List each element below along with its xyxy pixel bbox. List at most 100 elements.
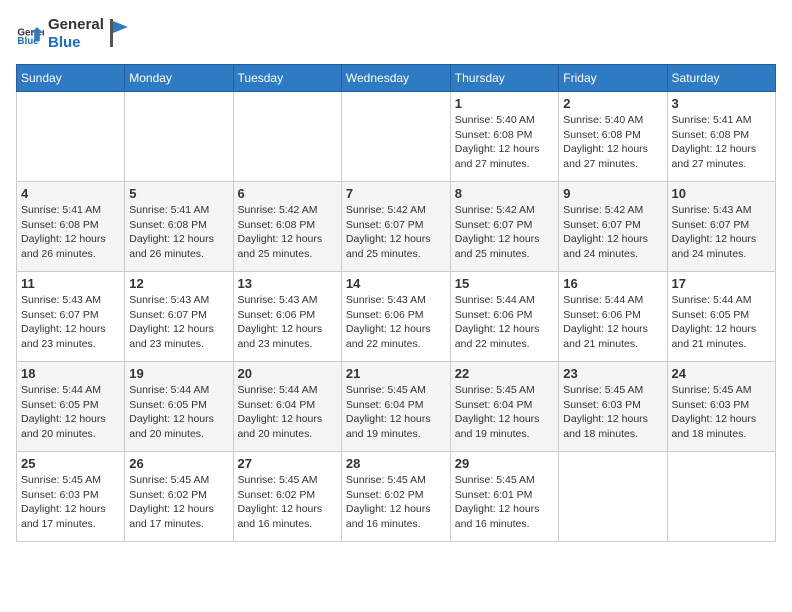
calendar-cell <box>17 92 125 182</box>
day-info: Sunrise: 5:43 AM Sunset: 6:07 PM Dayligh… <box>21 293 120 352</box>
day-info: Sunrise: 5:45 AM Sunset: 6:04 PM Dayligh… <box>346 383 446 442</box>
calendar-cell <box>125 92 233 182</box>
day-info: Sunrise: 5:42 AM Sunset: 6:07 PM Dayligh… <box>455 203 555 262</box>
calendar-cell <box>233 92 341 182</box>
day-number: 8 <box>455 186 555 201</box>
calendar-week-row: 11 Sunrise: 5:43 AM Sunset: 6:07 PM Dayli… <box>17 272 776 362</box>
column-header-tuesday: Tuesday <box>233 65 341 92</box>
day-info: Sunrise: 5:43 AM Sunset: 6:07 PM Dayligh… <box>129 293 228 352</box>
day-info: Sunrise: 5:44 AM Sunset: 6:06 PM Dayligh… <box>563 293 662 352</box>
day-number: 10 <box>672 186 771 201</box>
logo-general: General <box>48 16 104 34</box>
calendar-cell: 15 Sunrise: 5:44 AM Sunset: 6:06 PM Dayli… <box>450 272 559 362</box>
day-info: Sunrise: 5:44 AM Sunset: 6:06 PM Dayligh… <box>455 293 555 352</box>
day-number: 27 <box>238 456 337 471</box>
calendar-cell: 13Sunrise: 5:43 AM Sunset: 6:06 PM Dayli… <box>233 272 341 362</box>
calendar-cell: 9 Sunrise: 5:42 AM Sunset: 6:07 PM Daylig… <box>559 182 667 272</box>
day-info: Sunrise: 5:45 AM Sunset: 6:03 PM Dayligh… <box>563 383 662 442</box>
day-info: Sunrise: 5:45 AM Sunset: 6:02 PM Dayligh… <box>129 473 228 532</box>
day-number: 14 <box>346 276 446 291</box>
day-info: Sunrise: 5:45 AM Sunset: 6:01 PM Dayligh… <box>455 473 555 532</box>
calendar-cell: 1Sunrise: 5:40 AM Sunset: 6:08 PM Daylig… <box>450 92 559 182</box>
day-number: 19 <box>129 366 228 381</box>
calendar-cell: 12 Sunrise: 5:43 AM Sunset: 6:07 PM Dayli… <box>125 272 233 362</box>
calendar-cell: 10 Sunrise: 5:43 AM Sunset: 6:07 PM Dayli… <box>667 182 775 272</box>
calendar-cell: 8 Sunrise: 5:42 AM Sunset: 6:07 PM Daylig… <box>450 182 559 272</box>
calendar-cell: 26 Sunrise: 5:45 AM Sunset: 6:02 PM Dayli… <box>125 452 233 542</box>
calendar-cell: 19 Sunrise: 5:44 AM Sunset: 6:05 PM Dayli… <box>125 362 233 452</box>
calendar-cell: 24 Sunrise: 5:45 AM Sunset: 6:03 PM Dayli… <box>667 362 775 452</box>
day-info: Sunrise: 5:41 AM Sunset: 6:08 PM Dayligh… <box>21 203 120 262</box>
day-number: 28 <box>346 456 446 471</box>
day-info: Sunrise: 5:45 AM Sunset: 6:02 PM Dayligh… <box>238 473 337 532</box>
day-number: 21 <box>346 366 446 381</box>
logo: General Blue General Blue <box>16 16 130 52</box>
day-number: 1 <box>455 96 555 111</box>
day-number: 24 <box>672 366 771 381</box>
calendar-cell: 5 Sunrise: 5:41 AM Sunset: 6:08 PM Daylig… <box>125 182 233 272</box>
day-number: 26 <box>129 456 228 471</box>
day-number: 29 <box>455 456 555 471</box>
calendar-cell <box>559 452 667 542</box>
day-info: Sunrise: 5:44 AM Sunset: 6:05 PM Dayligh… <box>21 383 120 442</box>
calendar-cell: 16 Sunrise: 5:44 AM Sunset: 6:06 PM Dayli… <box>559 272 667 362</box>
calendar-week-row: 18 Sunrise: 5:44 AM Sunset: 6:05 PM Dayli… <box>17 362 776 452</box>
day-number: 9 <box>563 186 662 201</box>
day-number: 7 <box>346 186 446 201</box>
logo-flag-icon <box>108 19 130 49</box>
day-info: Sunrise: 5:42 AM Sunset: 6:07 PM Dayligh… <box>563 203 662 262</box>
day-info: Sunrise: 5:44 AM Sunset: 6:04 PM Dayligh… <box>238 383 337 442</box>
day-number: 3 <box>672 96 771 111</box>
day-number: 5 <box>129 186 228 201</box>
day-info: Sunrise: 5:45 AM Sunset: 6:02 PM Dayligh… <box>346 473 446 532</box>
calendar-cell: 29 Sunrise: 5:45 AM Sunset: 6:01 PM Dayli… <box>450 452 559 542</box>
calendar-cell <box>341 92 450 182</box>
day-info: Sunrise: 5:43 AM Sunset: 6:06 PM Dayligh… <box>346 293 446 352</box>
day-number: 13 <box>238 276 337 291</box>
logo-icon: General Blue <box>16 20 44 48</box>
day-info: Sunrise: 5:41 AM Sunset: 6:08 PM Dayligh… <box>129 203 228 262</box>
day-number: 17 <box>672 276 771 291</box>
day-number: 20 <box>238 366 337 381</box>
day-info: Sunrise: 5:43 AM Sunset: 6:07 PM Dayligh… <box>672 203 771 262</box>
column-header-wednesday: Wednesday <box>341 65 450 92</box>
calendar-cell: 4 Sunrise: 5:41 AM Sunset: 6:08 PM Daylig… <box>17 182 125 272</box>
calendar-cell: 7 Sunrise: 5:42 AM Sunset: 6:07 PM Daylig… <box>341 182 450 272</box>
calendar-cell <box>667 452 775 542</box>
day-number: 15 <box>455 276 555 291</box>
day-number: 23 <box>563 366 662 381</box>
day-number: 18 <box>21 366 120 381</box>
day-number: 25 <box>21 456 120 471</box>
calendar-cell: 6 Sunrise: 5:42 AM Sunset: 6:08 PM Daylig… <box>233 182 341 272</box>
day-number: 2 <box>563 96 662 111</box>
day-number: 22 <box>455 366 555 381</box>
calendar-week-row: 25 Sunrise: 5:45 AM Sunset: 6:03 PM Dayli… <box>17 452 776 542</box>
day-info: Sunrise: 5:44 AM Sunset: 6:05 PM Dayligh… <box>129 383 228 442</box>
calendar-week-row: 1Sunrise: 5:40 AM Sunset: 6:08 PM Daylig… <box>17 92 776 182</box>
calendar-cell: 28 Sunrise: 5:45 AM Sunset: 6:02 PM Dayli… <box>341 452 450 542</box>
calendar-cell: 23 Sunrise: 5:45 AM Sunset: 6:03 PM Dayli… <box>559 362 667 452</box>
day-info: Sunrise: 5:44 AM Sunset: 6:05 PM Dayligh… <box>672 293 771 352</box>
calendar-cell: 21 Sunrise: 5:45 AM Sunset: 6:04 PM Dayli… <box>341 362 450 452</box>
calendar-table: SundayMondayTuesdayWednesdayThursdayFrid… <box>16 64 776 542</box>
calendar-cell: 3Sunrise: 5:41 AM Sunset: 6:08 PM Daylig… <box>667 92 775 182</box>
column-header-monday: Monday <box>125 65 233 92</box>
day-number: 16 <box>563 276 662 291</box>
calendar-cell: 11 Sunrise: 5:43 AM Sunset: 6:07 PM Dayli… <box>17 272 125 362</box>
column-header-thursday: Thursday <box>450 65 559 92</box>
calendar-cell: 18 Sunrise: 5:44 AM Sunset: 6:05 PM Dayli… <box>17 362 125 452</box>
day-number: 11 <box>21 276 120 291</box>
calendar-cell: 20 Sunrise: 5:44 AM Sunset: 6:04 PM Dayli… <box>233 362 341 452</box>
day-info: Sunrise: 5:42 AM Sunset: 6:08 PM Dayligh… <box>238 203 337 262</box>
calendar-cell: 2Sunrise: 5:40 AM Sunset: 6:08 PM Daylig… <box>559 92 667 182</box>
calendar-cell: 27 Sunrise: 5:45 AM Sunset: 6:02 PM Dayli… <box>233 452 341 542</box>
day-number: 12 <box>129 276 228 291</box>
day-number: 6 <box>238 186 337 201</box>
day-info: Sunrise: 5:45 AM Sunset: 6:03 PM Dayligh… <box>672 383 771 442</box>
day-info: Sunrise: 5:42 AM Sunset: 6:07 PM Dayligh… <box>346 203 446 262</box>
calendar-cell: 14 Sunrise: 5:43 AM Sunset: 6:06 PM Dayli… <box>341 272 450 362</box>
day-number: 4 <box>21 186 120 201</box>
day-info: Sunrise: 5:45 AM Sunset: 6:03 PM Dayligh… <box>21 473 120 532</box>
day-info: Sunrise: 5:45 AM Sunset: 6:04 PM Dayligh… <box>455 383 555 442</box>
calendar-week-row: 4 Sunrise: 5:41 AM Sunset: 6:08 PM Daylig… <box>17 182 776 272</box>
